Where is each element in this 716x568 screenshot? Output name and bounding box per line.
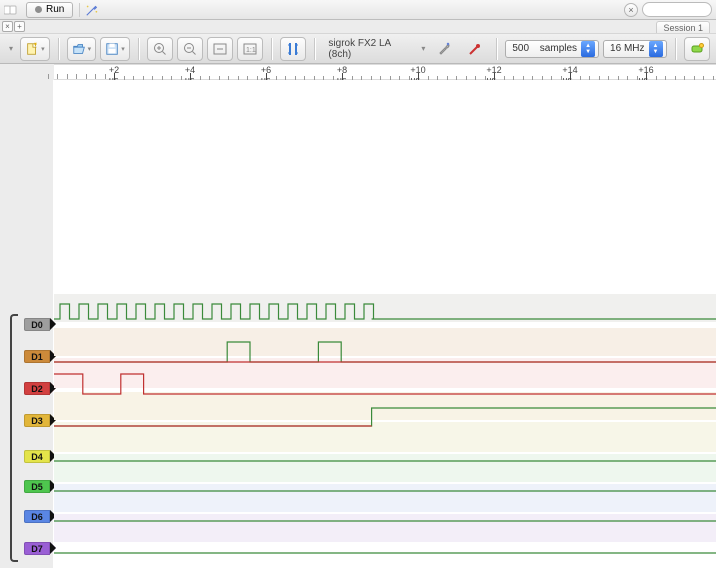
stepper-icon: ▲▼	[649, 41, 663, 57]
session-add-button[interactable]: +	[14, 21, 25, 32]
zoom-fit-icon	[212, 41, 228, 57]
search-input[interactable]	[642, 2, 712, 17]
samples-select[interactable]: 500 samples ▲▼	[505, 40, 599, 58]
channel-label-d5[interactable]: D5	[24, 480, 50, 493]
close-icon: ×	[628, 5, 633, 15]
samplerate-value: 16 MHz	[610, 43, 644, 54]
configure-device-button[interactable]	[432, 37, 458, 61]
save-button[interactable]: ▾	[100, 37, 130, 61]
toolbar-expander-left[interactable]: ▾	[6, 44, 16, 53]
waveform-canvas[interactable]	[54, 80, 716, 568]
probe-icon	[467, 41, 483, 57]
channel-label-d2[interactable]: D2	[24, 382, 50, 395]
zoom-out-icon	[182, 41, 198, 57]
waveform-svg	[54, 80, 716, 568]
time-ruler[interactable]: +2 µs+4 µs+6 µs+8 µs+10 µs+12 µs+14 µs+1…	[54, 64, 716, 80]
run-button[interactable]: Run	[26, 2, 73, 18]
zoom-1to1-button[interactable]: 1:1	[237, 37, 263, 61]
waveform-area: D0 D1 D2 D3 D4 D5 D6 D7	[0, 80, 716, 568]
svg-text:1:1: 1:1	[246, 47, 256, 54]
channel-label-d3[interactable]: D3	[24, 414, 50, 427]
traffic-lights	[4, 4, 22, 16]
channel-label-d6[interactable]: D6	[24, 510, 50, 523]
record-dot-icon	[35, 6, 42, 13]
wand-icon	[85, 3, 99, 17]
channel-brace	[10, 314, 18, 562]
cursors-button[interactable]	[280, 37, 306, 61]
channel-label-d7[interactable]: D7	[24, 542, 50, 555]
run-button-label: Run	[46, 4, 64, 15]
clear-button[interactable]: ×	[624, 3, 638, 17]
channel-label-d4[interactable]: D4	[24, 450, 50, 463]
open-folder-icon	[72, 41, 86, 57]
device-menu[interactable]: ▾	[418, 44, 428, 53]
new-session-button[interactable]: ▾	[20, 37, 50, 61]
wrench-icon	[437, 41, 453, 57]
stepper-icon: ▲▼	[581, 41, 595, 57]
main-toolbar: ▾ ▾ ▾ ▾ 1:1 sigrok FX2 LA (8ch) ▾ 500 sa…	[0, 34, 716, 64]
device-label: sigrok FX2 LA (8ch)	[322, 38, 414, 60]
cursors-icon	[285, 41, 301, 57]
zoom-out-button[interactable]	[177, 37, 203, 61]
window-titlebar: Run ×	[0, 0, 716, 20]
session-tab[interactable]: Session 1	[656, 21, 710, 33]
new-file-icon	[25, 41, 39, 57]
session-tab-strip: × + Session 1	[0, 20, 716, 34]
add-decoder-button[interactable]	[684, 37, 710, 61]
session-tab-label: Session 1	[663, 23, 703, 33]
zoom-in-button[interactable]	[147, 37, 173, 61]
zoom-actual-icon: 1:1	[242, 41, 258, 57]
samplerate-select[interactable]: 16 MHz ▲▼	[603, 40, 667, 58]
channel-gutter: D0 D1 D2 D3 D4 D5 D6 D7	[0, 80, 54, 568]
samples-unit: samples	[540, 43, 577, 54]
channel-label-d0[interactable]: D0	[24, 318, 50, 331]
zoom-fit-button[interactable]	[207, 37, 233, 61]
open-button[interactable]: ▾	[67, 37, 97, 61]
decoder-icon	[689, 41, 705, 57]
session-close-button[interactable]: ×	[2, 21, 13, 32]
zoom-in-icon	[152, 41, 168, 57]
save-icon	[105, 41, 119, 57]
channel-label-d1[interactable]: D1	[24, 350, 50, 363]
probes-button[interactable]	[462, 37, 488, 61]
tool-toggle[interactable]	[79, 3, 103, 17]
samples-value: 500	[512, 43, 529, 54]
